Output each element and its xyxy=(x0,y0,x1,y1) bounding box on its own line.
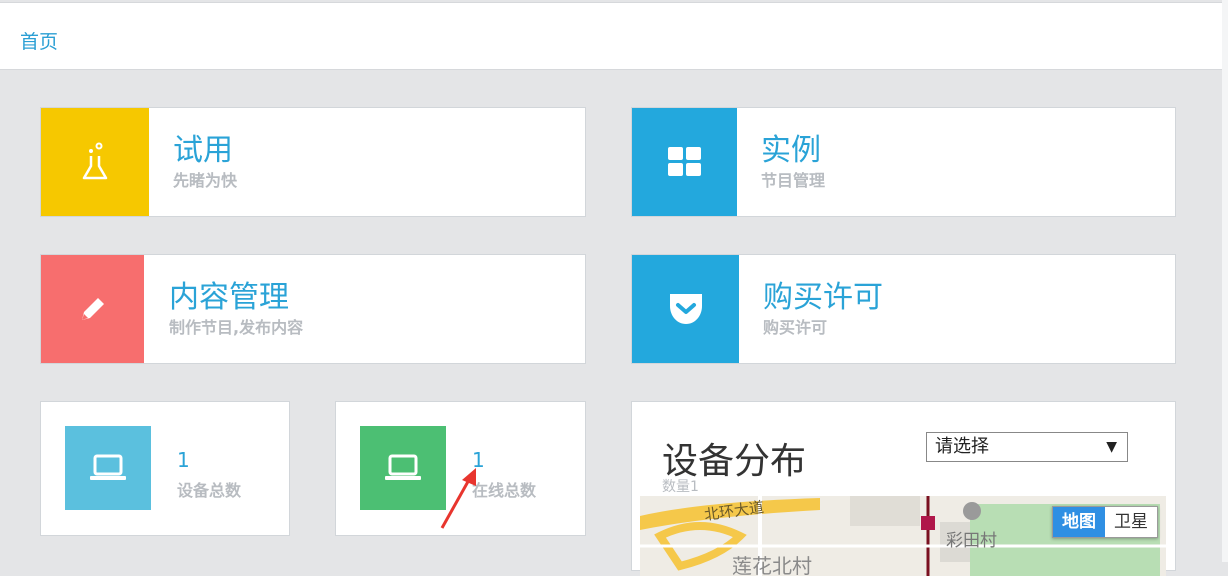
tile-examples-icon-box xyxy=(632,108,737,216)
device-map[interactable]: 北环大道 彩田村 莲花北村 地图 卫星 xyxy=(640,496,1166,576)
map-label-district: 莲花北村 xyxy=(732,554,812,576)
map-type-satellite-button[interactable]: 卫星 xyxy=(1105,507,1157,537)
tile-trial-title: 试用 xyxy=(173,133,233,168)
tile-examples-subtitle: 节目管理 xyxy=(761,171,826,190)
device-distribution-panel: 设备分布 数量1 请选择 ▼ 北环大道 彩田村 莲花北村 地图 卫星 xyxy=(631,401,1176,576)
tile-content-icon-box xyxy=(41,255,144,363)
annotation-arrow xyxy=(440,468,476,529)
stat-devices-label: 设备总数 xyxy=(177,481,242,500)
stat-online-devices[interactable]: 1 在线总数 xyxy=(335,401,586,536)
laptop-icon xyxy=(90,454,126,480)
tile-purchase-title: 购买许可 xyxy=(763,280,883,315)
region-select[interactable]: 请选择 ▼ xyxy=(926,432,1128,462)
tile-content-title: 内容管理 xyxy=(169,280,289,315)
dropdown-caret-icon: ▼ xyxy=(1106,439,1117,455)
stat-total-devices[interactable]: 1 设备总数 xyxy=(40,401,290,536)
scrollbar-track[interactable] xyxy=(1222,0,1228,562)
tile-trial[interactable]: 试用 先睹为快 xyxy=(40,107,586,217)
stat-devices-icon-box xyxy=(65,426,151,510)
tile-examples[interactable]: 实例 节目管理 xyxy=(631,107,1176,217)
map-type-map-button[interactable]: 地图 xyxy=(1053,507,1105,537)
stat-online-icon-box xyxy=(360,426,446,510)
grid-icon xyxy=(667,147,701,176)
map-label-village: 彩田村 xyxy=(946,531,997,551)
tile-purchase-subtitle: 购买许可 xyxy=(763,318,828,337)
tile-trial-subtitle: 先睹为快 xyxy=(173,171,238,190)
tile-content-management[interactable]: 内容管理 制作节目,发布内容 xyxy=(40,254,586,364)
tile-purchase-license[interactable]: 购买许可 购买许可 xyxy=(631,254,1176,364)
tile-content-subtitle: 制作节目,发布内容 xyxy=(169,318,304,337)
tile-purchase-icon-box xyxy=(632,255,739,363)
pocket-icon xyxy=(669,294,702,324)
region-select-value: 请选择 xyxy=(935,436,989,457)
device-count-label: 数量1 xyxy=(662,479,699,495)
stat-devices-value: 1 xyxy=(177,448,190,472)
top-header: 首页 xyxy=(0,2,1222,70)
laptop-icon xyxy=(385,454,421,480)
tile-trial-icon-box xyxy=(41,108,149,216)
pencil-icon xyxy=(81,298,104,320)
map-type-switcher: 地图 卫星 xyxy=(1052,506,1158,538)
tile-examples-title: 实例 xyxy=(761,133,821,168)
flask-icon xyxy=(82,142,108,180)
breadcrumb-home-link[interactable]: 首页 xyxy=(20,27,58,54)
